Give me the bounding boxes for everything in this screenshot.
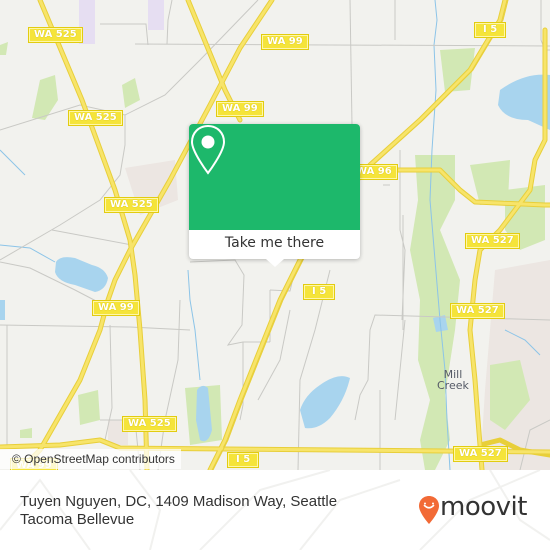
- place-label-mill-creek: Mill Creek: [437, 369, 469, 391]
- lake: [498, 74, 550, 130]
- park: [78, 390, 100, 425]
- road-shield: WA 99: [261, 34, 309, 50]
- minor-road: [394, 319, 406, 421]
- creek: [187, 269, 201, 381]
- footer: Tuyen Nguyen, DC, 1409 Madison Way, Seat…: [0, 470, 550, 550]
- place-title: Tuyen Nguyen, DC, 1409 Madison Way, Seat…: [20, 493, 338, 528]
- minor-road: [349, 0, 353, 126]
- minor-road: [51, 229, 133, 246]
- moovit-pin-icon: [419, 496, 439, 524]
- road-shield: WA 99: [92, 300, 140, 316]
- creek: [0, 149, 26, 176]
- destination-popup: Take me there: [189, 124, 360, 267]
- park: [470, 160, 510, 205]
- road-shield: I 5: [474, 22, 507, 38]
- lake: [0, 300, 5, 320]
- moovit-wordmark: moovit: [440, 492, 527, 522]
- road-shield: I 5: [303, 284, 336, 300]
- creek: [0, 244, 56, 263]
- minor-road: [189, 259, 270, 346]
- map-canvas[interactable]: WA 525 WA 99 I 5 WA 525 WA 99 WA 96 WA 5…: [0, 0, 550, 470]
- road-shield: WA 527: [465, 233, 520, 249]
- road-shield: WA 525: [28, 27, 83, 43]
- minor-road: [239, 342, 244, 421]
- minor-road: [157, 299, 181, 470]
- road-shield: WA 525: [68, 110, 123, 126]
- park: [0, 42, 8, 55]
- road-shield: WA 525: [122, 416, 177, 432]
- airport-area: [148, 0, 164, 30]
- road-shield: WA 527: [453, 446, 508, 462]
- road-shield: I 5: [227, 452, 260, 468]
- minor-road: [0, 115, 126, 261]
- minor-road: [166, 0, 173, 45]
- take-me-there-button[interactable]: Take me there: [189, 230, 360, 259]
- lake: [55, 257, 108, 292]
- place-label-line: Creek: [437, 379, 469, 392]
- popup-header: [189, 124, 360, 230]
- map-attribution[interactable]: © OpenStreetMap contributors: [0, 449, 181, 469]
- park: [20, 428, 32, 438]
- road-shield: WA 527: [450, 303, 505, 319]
- minor-road: [297, 269, 331, 470]
- park: [122, 78, 140, 108]
- minor-road: [100, 23, 149, 46]
- popup-pointer: [266, 259, 284, 267]
- road-shield: WA 525: [104, 197, 159, 213]
- minor-road: [0, 324, 191, 331]
- road-shield: WA 99: [216, 101, 264, 117]
- location-pin-icon: [190, 124, 226, 175]
- lake: [300, 376, 350, 429]
